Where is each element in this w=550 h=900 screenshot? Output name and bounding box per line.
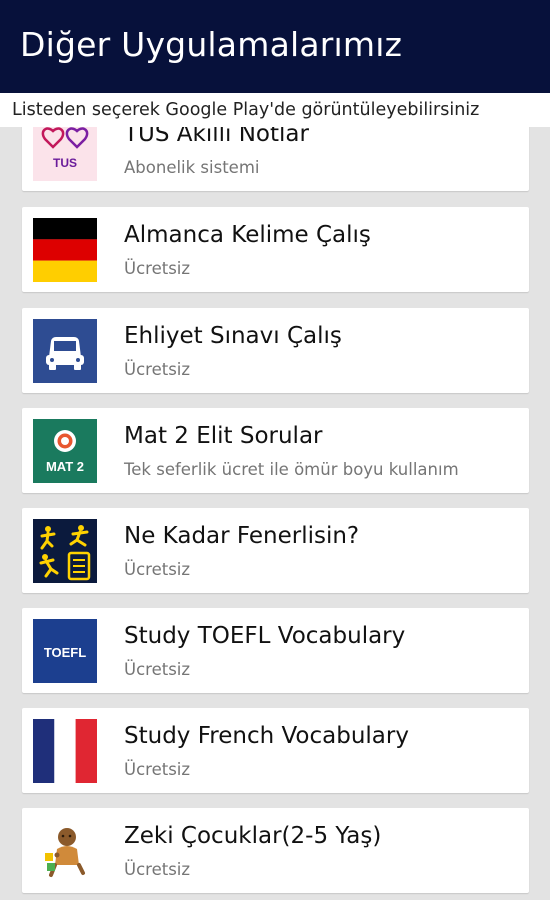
toefl-icon: TOEFL: [33, 619, 97, 683]
mat2-icon: MAT 2: [33, 419, 97, 483]
app-price: Ücretsiz: [124, 560, 191, 579]
svg-text:TOEFL: TOEFL: [44, 645, 86, 660]
app-card-french[interactable]: Study French Vocabulary Ücretsiz: [22, 708, 529, 793]
app-card-fenerlisin[interactable]: Ne Kadar Fenerlisin? Ücretsiz: [22, 508, 529, 593]
app-name: Almanca Kelime Çalış: [124, 222, 371, 248]
app-name: Ehliyet Sınavı Çalış: [124, 323, 342, 349]
app-price: Ücretsiz: [124, 360, 191, 379]
app-name: Mat 2 Elit Sorular: [124, 423, 323, 449]
tus-icon: TUS: [33, 127, 97, 181]
app-name: TUS Akıllı Notlar: [124, 127, 309, 147]
page-title: Diğer Uygulamalarımız: [20, 25, 403, 64]
app-name: Zeki Çocuklar(2-5 Yaş): [124, 823, 382, 849]
svg-text:MAT 2: MAT 2: [46, 459, 84, 474]
german-flag-icon: [33, 218, 97, 282]
app-price: Ücretsiz: [124, 660, 191, 679]
app-name: Ne Kadar Fenerlisin?: [124, 523, 360, 549]
subheader-hint: Listeden seçerek Google Play'de görüntül…: [0, 93, 550, 127]
app-name: Study TOEFL Vocabulary: [124, 623, 406, 649]
svg-text:TUS: TUS: [53, 156, 77, 170]
app-card-toefl[interactable]: TOEFL Study TOEFL Vocabulary Ücretsiz: [22, 608, 529, 693]
app-card-ehliyet[interactable]: Ehliyet Sınavı Çalış Ücretsiz: [22, 308, 529, 393]
app-price: Tek seferlik ücret ile ömür boyu kullanı…: [124, 460, 459, 479]
soccer-players-icon: [33, 519, 97, 583]
french-flag-icon: [33, 719, 97, 783]
app-card-mat2[interactable]: MAT 2 Mat 2 Elit Sorular Tek seferlik üc…: [22, 408, 529, 493]
app-card-zeki-cocuklar[interactable]: Zeki Çocuklar(2-5 Yaş) Ücretsiz: [22, 808, 529, 893]
app-list[interactable]: TUS TUS Akıllı Notlar Abonelik sistemi A…: [0, 127, 550, 900]
app-price: Ücretsiz: [124, 760, 191, 779]
car-icon: [33, 319, 97, 383]
app-price: Abonelik sistemi: [124, 158, 260, 177]
app-bar: Diğer Uygulamalarımız: [0, 0, 550, 93]
app-name: Study French Vocabulary: [124, 723, 409, 749]
child-icon: [33, 819, 97, 883]
app-price: Ücretsiz: [124, 860, 191, 879]
app-price: Ücretsiz: [124, 259, 191, 278]
app-card-tus[interactable]: TUS TUS Akıllı Notlar Abonelik sistemi: [22, 127, 529, 191]
app-card-almanca[interactable]: Almanca Kelime Çalış Ücretsiz: [22, 207, 529, 292]
